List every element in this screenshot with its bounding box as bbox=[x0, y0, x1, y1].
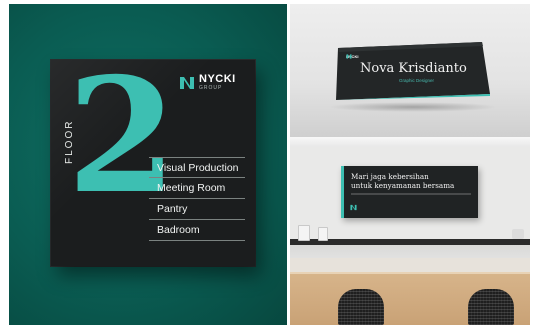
nameplate-shadow bbox=[328, 102, 498, 112]
sign-accent-bar bbox=[341, 166, 344, 218]
nameplate-role: Graphic Designer bbox=[399, 78, 435, 83]
nycki-logo-icon bbox=[346, 54, 352, 59]
floor-label: FLOOR bbox=[64, 119, 75, 164]
shelf-cup bbox=[298, 225, 310, 241]
bar-stool bbox=[338, 289, 384, 325]
room-item: Visual Production bbox=[149, 157, 245, 178]
sign-line-1: Mari jaga kebersihan bbox=[351, 172, 429, 181]
brand-sub: GROUP bbox=[199, 85, 223, 91]
nameplate-name: Nova Krisdianto bbox=[360, 61, 467, 76]
room-list: Visual Production Meeting Room Pantry Ba… bbox=[149, 157, 245, 241]
floor-directory-sign: 2 FLOOR NYCKI GROUP Visual Production Me… bbox=[51, 58, 255, 266]
teal-wall: 2 FLOOR NYCKI GROUP Visual Production Me… bbox=[9, 4, 287, 325]
cleanliness-sign: Mari jaga kebersihan untuk kenyamanan be… bbox=[341, 166, 478, 218]
nameplate-logo: NYCKI bbox=[346, 54, 358, 59]
mockup-collage: 2 FLOOR NYCKI GROUP Visual Production Me… bbox=[0, 0, 534, 329]
room-item: Badroom bbox=[149, 220, 245, 241]
room-item: Meeting Room bbox=[149, 178, 245, 199]
brand-text: NYCKI GROUP bbox=[199, 74, 236, 91]
sign-line-2: untuk kenyamanan bersama bbox=[351, 181, 455, 190]
bar-stool bbox=[468, 289, 514, 325]
brand-block: NYCKI GROUP bbox=[179, 74, 236, 91]
pantry-scene: Mari jaga kebersihan untuk kenyamanan be… bbox=[290, 137, 530, 325]
desk-scene: NYCKI Nova Krisdianto Graphic Designer bbox=[290, 4, 530, 137]
ceiling bbox=[290, 137, 530, 147]
shelf-cup bbox=[318, 227, 328, 241]
nycki-logo-icon bbox=[350, 204, 357, 211]
brand-name: NYCKI bbox=[199, 73, 236, 85]
shelf-jar bbox=[512, 229, 524, 239]
nycki-logo-icon bbox=[180, 76, 194, 89]
room-item: Pantry bbox=[149, 199, 245, 220]
sign-fine-print bbox=[351, 193, 471, 195]
desk-nameplate: NYCKI Nova Krisdianto Graphic Designer bbox=[332, 42, 490, 100]
